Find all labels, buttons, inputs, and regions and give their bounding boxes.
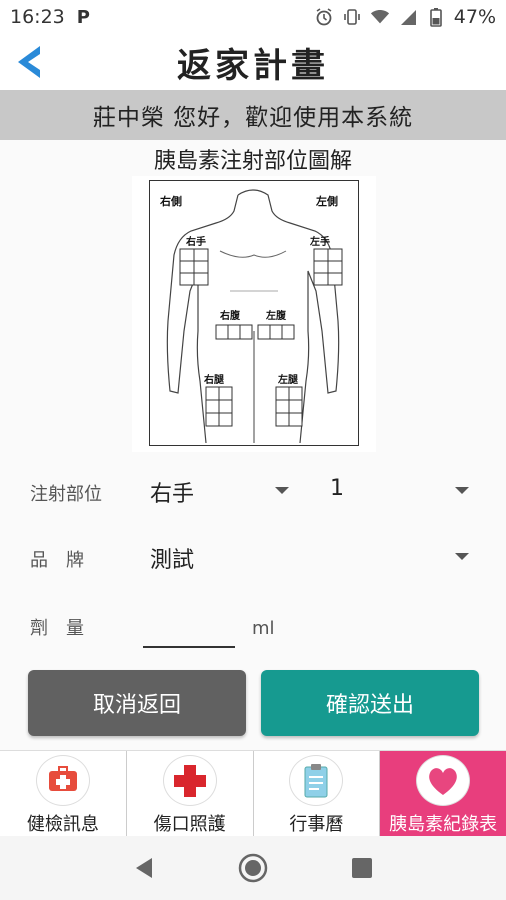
label-right-leg: 右腿 — [203, 373, 225, 386]
alarm-icon — [314, 7, 334, 27]
injection-site-select[interactable]: 右手 — [145, 476, 295, 507]
tab-label: 行事曆 — [289, 814, 344, 835]
dose-input-underline — [143, 646, 235, 648]
label-left-leg: 左腿 — [277, 373, 299, 386]
nav-home-button[interactable] — [235, 850, 271, 886]
status-icons: 47% — [314, 6, 496, 28]
page-title: 返家計畫 — [177, 45, 329, 86]
tab-wound-care[interactable]: 傷口照護 — [127, 751, 254, 836]
injection-site-row: 注射部位 右手 1 — [0, 476, 506, 507]
label-left-side: 左側 — [315, 194, 338, 208]
battery-icon — [426, 7, 446, 27]
square-recents-icon — [351, 858, 372, 878]
injection-site-label: 注射部位 — [30, 484, 102, 505]
status-time: 16:23 — [10, 6, 65, 28]
chevron-left-icon — [18, 46, 40, 78]
back-button[interactable] — [10, 42, 50, 82]
parking-app-icon: P — [76, 6, 90, 28]
nav-recents-button[interactable] — [344, 850, 380, 886]
brand-row: 品 牌 測試 — [0, 542, 506, 573]
tab-insulin-record[interactable]: 胰島素紀錄表 — [380, 751, 506, 836]
cancel-button[interactable]: 取消返回 — [28, 670, 246, 736]
tab-label: 傷口照護 — [153, 814, 226, 835]
title-bar: 返家計畫 — [0, 34, 506, 90]
dose-unit: ml — [252, 618, 275, 639]
injection-site-value: 右手 — [150, 482, 195, 507]
injection-site-diagram: 右側 左側 右手 左手 右腹 左腹 右腿 左腿 — [132, 176, 376, 452]
dose-label: 劑 量 — [30, 618, 84, 639]
system-nav-bar — [0, 836, 506, 900]
label-left-hand: 左手 — [309, 235, 330, 248]
injection-number-value: 1 — [330, 476, 344, 501]
tab-label: 胰島素紀錄表 — [389, 814, 498, 835]
diagram-title: 胰島素注射部位圖解 — [153, 149, 352, 174]
vibrate-icon — [342, 7, 362, 27]
battery-percent: 47% — [453, 6, 496, 28]
medical-kit-icon — [35, 755, 90, 806]
brand-label: 品 牌 — [30, 550, 84, 571]
wifi-icon — [370, 7, 390, 27]
tab-calendar[interactable]: 行事曆 — [254, 751, 381, 836]
circle-home-icon — [238, 853, 268, 883]
dropdown-arrow-icon — [455, 553, 469, 560]
confirm-button[interactable]: 確認送出 — [261, 670, 479, 736]
label-right-side: 右側 — [159, 194, 182, 208]
screen: 16:23 P 47% 返家計畫 莊中榮 您好，歡迎使用本系統 胰島素注射部位圖… — [0, 0, 506, 900]
dropdown-arrow-icon — [275, 487, 289, 494]
label-left-abdomen: 左腹 — [265, 309, 287, 322]
brand-value: 測試 — [150, 548, 195, 573]
tab-health-info[interactable]: 健檢訊息 — [0, 751, 127, 836]
bottom-tab-bar: 健檢訊息 傷口照護 行事曆 胰島素紀錄表 — [0, 750, 506, 836]
dose-row: 劑 量 ml — [0, 612, 506, 648]
dropdown-arrow-icon — [455, 487, 469, 494]
label-right-abdomen: 右腹 — [219, 309, 241, 322]
nav-back-button[interactable] — [126, 850, 162, 886]
status-bar: 16:23 P 47% — [0, 0, 506, 34]
clipboard-icon — [289, 755, 344, 806]
red-cross-icon — [162, 755, 217, 806]
tab-label: 健檢訊息 — [26, 814, 99, 835]
injection-number-select[interactable]: 1 — [325, 476, 475, 506]
signal-icon — [398, 7, 418, 27]
welcome-banner: 莊中榮 您好，歡迎使用本系統 — [0, 90, 506, 140]
triangle-back-icon — [136, 858, 153, 878]
label-right-hand: 右手 — [185, 235, 206, 248]
heart-icon — [416, 755, 471, 806]
brand-select[interactable]: 測試 — [145, 542, 475, 573]
body-figure: 右側 左側 右手 左手 右腹 左腹 右腿 左腿 — [149, 180, 359, 446]
